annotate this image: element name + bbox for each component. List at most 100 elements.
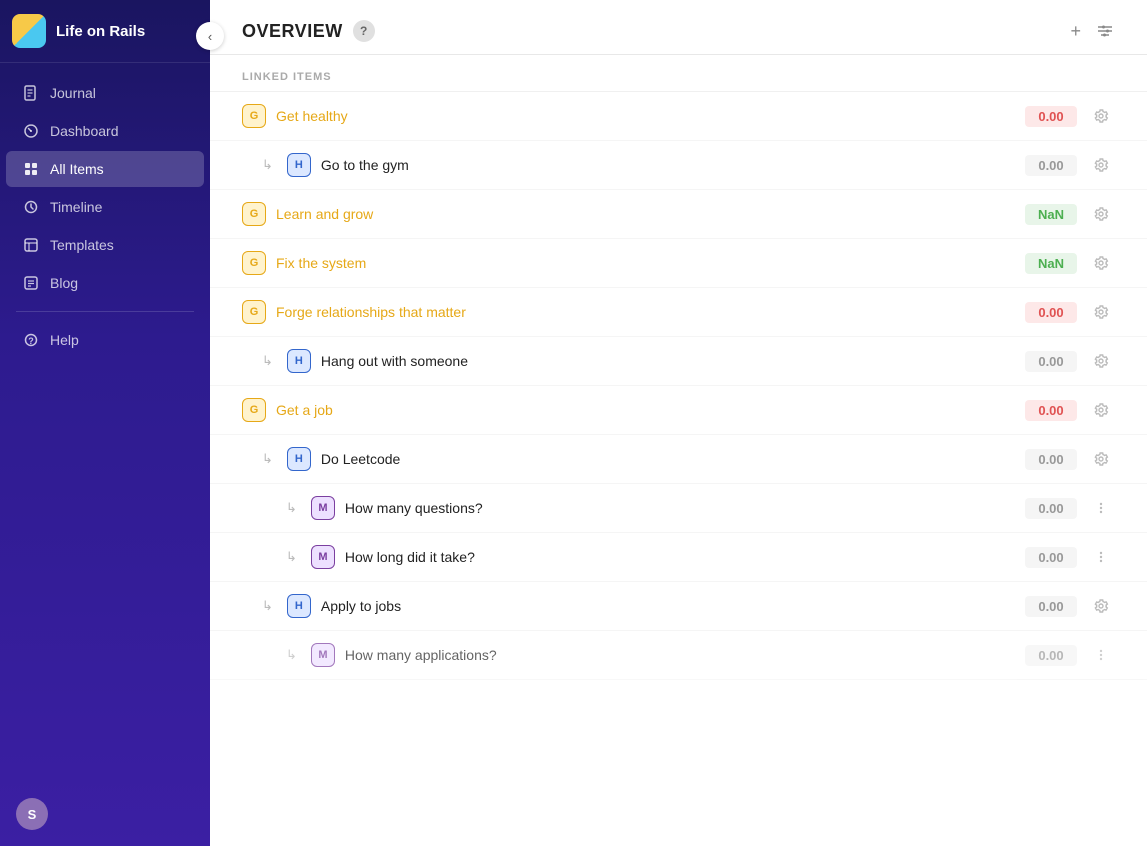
sidebar: Life on Rails ‹ Journal [0,0,210,846]
item-name: Hang out with someone [321,353,1015,369]
item-settings-button[interactable] [1087,396,1115,424]
item-more-button[interactable] [1087,543,1115,571]
item-more-button[interactable] [1087,641,1115,669]
app-logo [12,14,46,48]
svg-text:?: ? [28,336,34,346]
item-name: Apply to jobs [321,598,1015,614]
list-item: G Forge relationships that matter 0.00 [210,288,1147,337]
blog-icon [22,274,40,292]
templates-label: Templates [50,237,114,253]
item-settings-button[interactable] [1087,249,1115,277]
goal-badge: G [242,398,266,422]
filter-button[interactable] [1095,21,1115,41]
metric-badge: M [311,496,335,520]
item-value: 0.00 [1025,351,1077,372]
all-items-label: All Items [50,161,104,177]
indent-arrow: ↳ [286,549,297,565]
avatar[interactable]: S [16,798,48,830]
sidebar-nav: Journal Dashboard [0,63,210,782]
indent-arrow: ↳ [286,500,297,516]
item-value: 0.00 [1025,449,1077,470]
list-item: ↳ H Do Leetcode 0.00 [210,435,1147,484]
journal-icon [22,84,40,102]
item-more-button[interactable] [1087,494,1115,522]
item-value: 0.00 [1025,106,1077,127]
linked-items-label: LINKED ITEMS [210,55,1147,92]
goal-badge: G [242,202,266,226]
goal-badge: G [242,251,266,275]
list-item: ↳ H Go to the gym 0.00 [210,141,1147,190]
item-name: Go to the gym [321,157,1015,173]
all-items-icon [22,160,40,178]
sidebar-item-timeline[interactable]: Timeline [6,189,204,225]
item-name: Get a job [276,402,1015,418]
blog-label: Blog [50,275,78,291]
collapse-sidebar-button[interactable]: ‹ [196,22,224,50]
header-left: OVERVIEW ? [242,20,375,42]
item-name: How many questions? [345,500,1015,516]
item-value: 0.00 [1025,155,1077,176]
habit-badge: H [287,349,311,373]
help-icon: ? [22,331,40,349]
sidebar-item-blog[interactable]: Blog [6,265,204,301]
item-value: NaN [1025,253,1077,274]
item-settings-button[interactable] [1087,102,1115,130]
add-button[interactable]: + [1070,21,1081,42]
item-settings-button[interactable] [1087,347,1115,375]
dashboard-icon [22,122,40,140]
sidebar-item-all-items[interactable]: All Items [6,151,204,187]
item-name: Forge relationships that matter [276,304,1015,320]
item-settings-button[interactable] [1087,592,1115,620]
page-title: OVERVIEW [242,21,343,42]
item-value: NaN [1025,204,1077,225]
overview-help-button[interactable]: ? [353,20,375,42]
item-name: How long did it take? [345,549,1015,565]
header-right: + [1070,21,1115,42]
item-settings-button[interactable] [1087,445,1115,473]
item-value: 0.00 [1025,400,1077,421]
sidebar-item-dashboard[interactable]: Dashboard [6,113,204,149]
item-settings-button[interactable] [1087,298,1115,326]
journal-label: Journal [50,85,96,101]
item-name: Do Leetcode [321,451,1015,467]
habit-badge: H [287,447,311,471]
main-content: OVERVIEW ? + LINKED ITEMS G Get heal [210,0,1147,846]
indent-arrow: ↳ [262,451,273,467]
sidebar-item-journal[interactable]: Journal [6,75,204,111]
item-settings-button[interactable] [1087,200,1115,228]
item-name: Get healthy [276,108,1015,124]
templates-icon [22,236,40,254]
help-label: Help [50,332,79,348]
list-item: G Fix the system NaN [210,239,1147,288]
metric-badge: M [311,545,335,569]
sidebar-item-help[interactable]: ? Help [6,322,204,358]
item-value: 0.00 [1025,547,1077,568]
item-value: 0.00 [1025,596,1077,617]
sidebar-footer: S [0,782,210,846]
sidebar-header: Life on Rails [0,0,210,63]
indent-arrow: ↳ [262,353,273,369]
list-item: G Learn and grow NaN [210,190,1147,239]
items-list: G Get healthy 0.00 ↳ H Go to the gym 0.0… [210,92,1147,846]
timeline-label: Timeline [50,199,102,215]
metric-badge: M [311,643,335,667]
goal-badge: G [242,300,266,324]
list-item: G Get a job 0.00 [210,386,1147,435]
item-name: Learn and grow [276,206,1015,222]
item-value: 0.00 [1025,645,1077,666]
habit-badge: H [287,594,311,618]
list-item: ↳ M How many applications? 0.00 [210,631,1147,680]
list-item: ↳ M How many questions? 0.00 [210,484,1147,533]
main-header: OVERVIEW ? + [210,0,1147,55]
indent-arrow: ↳ [262,598,273,614]
goal-badge: G [242,104,266,128]
item-name: How many applications? [345,647,1015,663]
list-item: ↳ M How long did it take? 0.00 [210,533,1147,582]
item-name: Fix the system [276,255,1015,271]
list-item: G Get healthy 0.00 [210,92,1147,141]
list-item: ↳ H Hang out with someone 0.00 [210,337,1147,386]
sidebar-item-templates[interactable]: Templates [6,227,204,263]
dashboard-label: Dashboard [50,123,119,139]
habit-badge: H [287,153,311,177]
item-settings-button[interactable] [1087,151,1115,179]
